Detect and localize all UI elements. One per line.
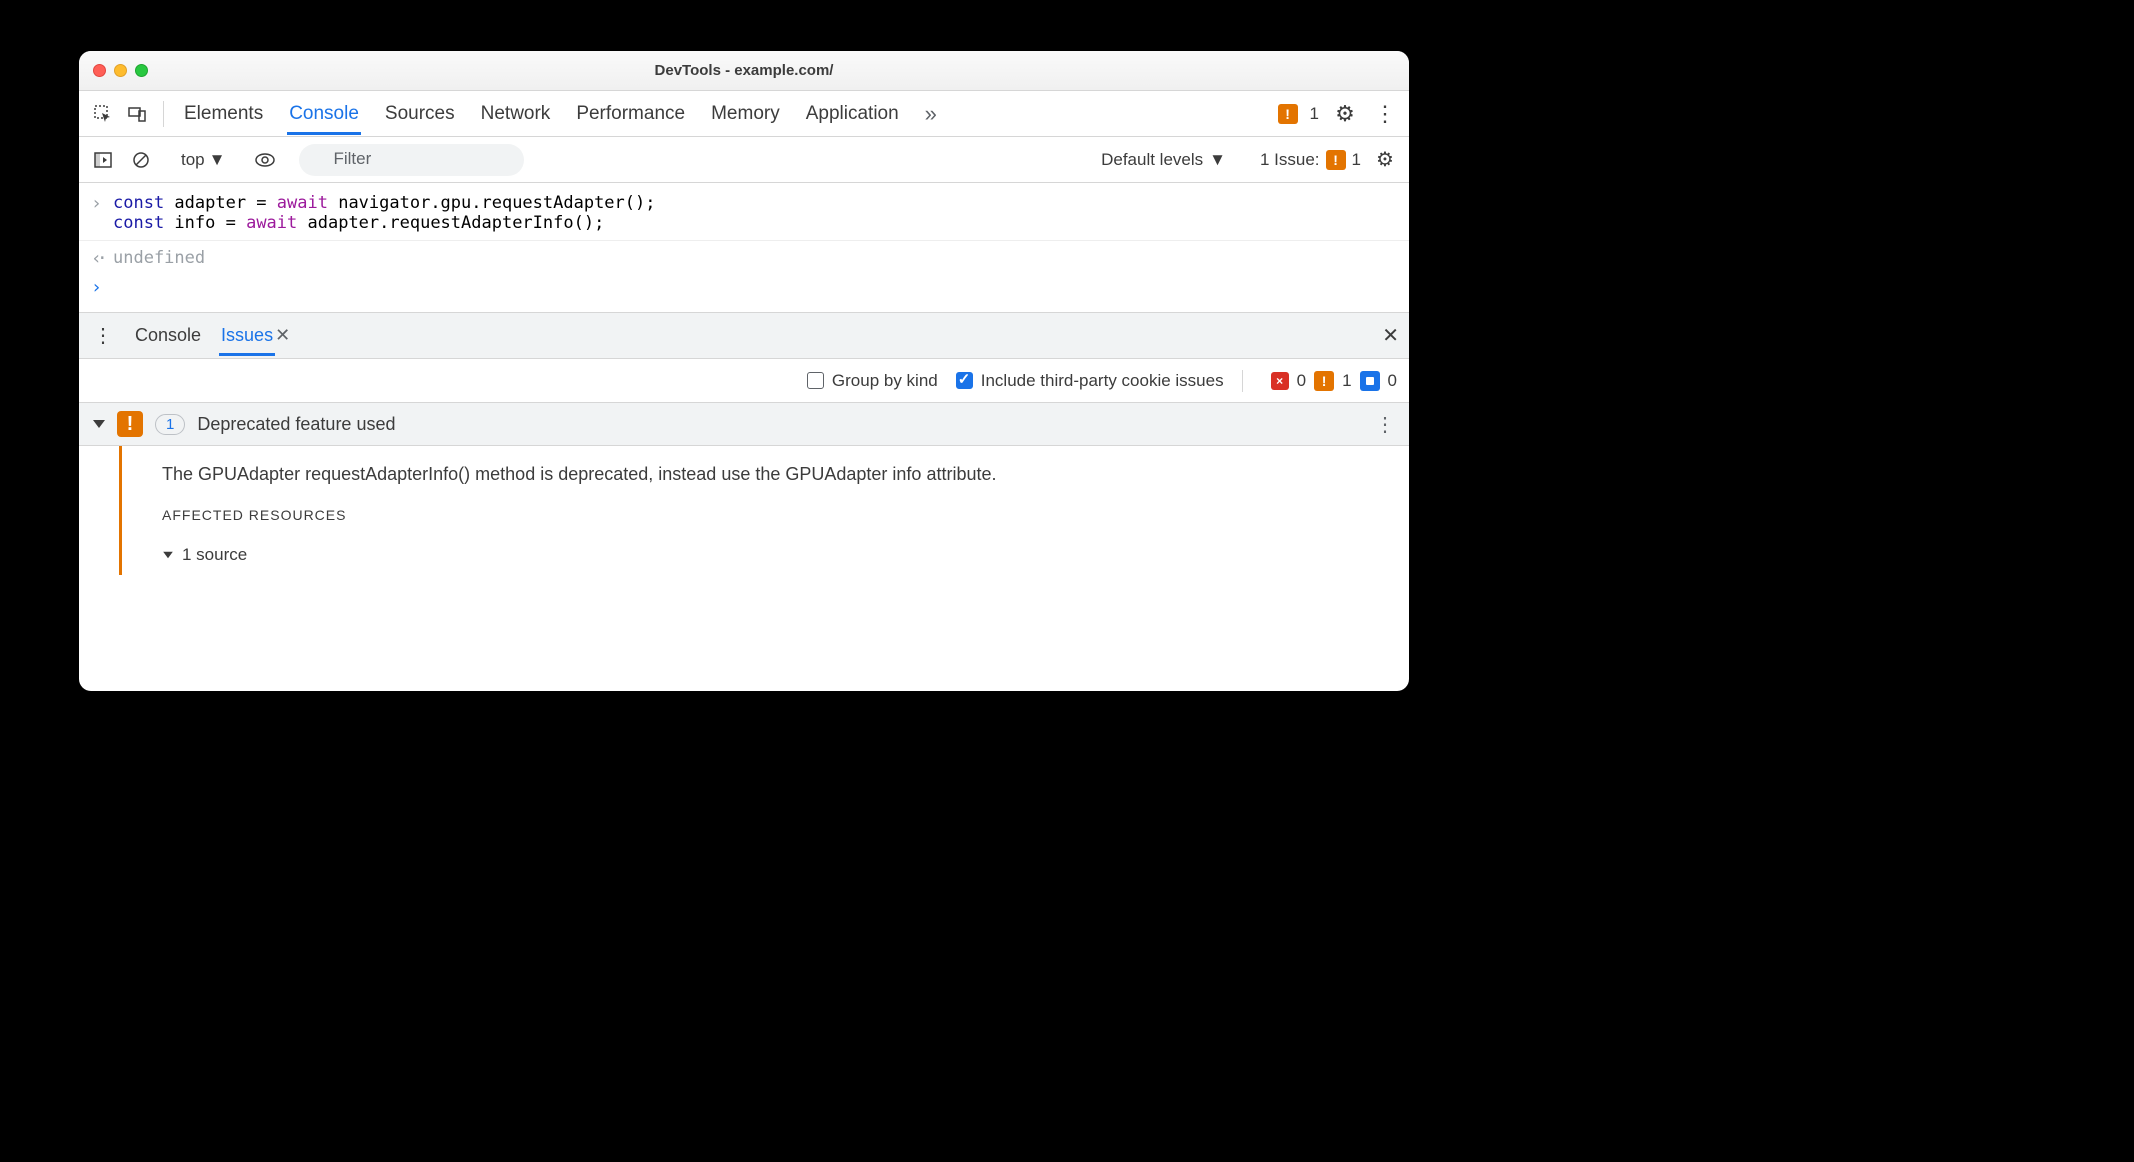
live-expression-icon[interactable] [251, 146, 279, 174]
console-log-area[interactable]: const adapter = await navigator.gpu.requ… [79, 183, 1409, 313]
issues-label: 1 Issue: [1260, 150, 1320, 170]
chevron-down-icon: ▼ [209, 150, 226, 170]
issues-count: 1 [1352, 150, 1361, 170]
affected-resources-label: AFFECTED RESOURCES [162, 507, 1389, 523]
tab-memory[interactable]: Memory [709, 93, 782, 135]
include-thirdparty-checkbox[interactable]: Include third-party cookie issues [956, 371, 1224, 391]
warning-badge-icon: ! [1314, 371, 1334, 391]
divider [79, 240, 1409, 241]
console-output: undefined [113, 248, 205, 268]
tab-performance[interactable]: Performance [574, 93, 687, 135]
warning-count: 1 [1310, 104, 1319, 124]
filter-input[interactable] [299, 144, 524, 176]
filter-wrap [299, 144, 524, 176]
context-label: top [181, 150, 205, 170]
tab-elements[interactable]: Elements [182, 93, 265, 135]
issue-header[interactable]: ! 1 Deprecated feature used ⋮ [79, 403, 1409, 446]
source-label: 1 source [182, 545, 247, 565]
issues-toolbar: Group by kind Include third-party cookie… [79, 359, 1409, 403]
main-toolbar: Elements Console Sources Network Perform… [79, 91, 1409, 137]
output-caret-icon [91, 248, 105, 269]
checkbox-checked-icon [956, 372, 973, 389]
prompt-caret-icon [91, 277, 105, 298]
issues-link[interactable]: 1 Issue: ! 1 [1260, 150, 1361, 170]
divider [163, 101, 164, 127]
window-title: DevTools - example.com/ [79, 62, 1409, 79]
warning-badge-icon[interactable]: ! [1278, 104, 1298, 124]
issue-counts: × 0 ! 1 0 [1271, 371, 1397, 391]
group-by-kind-checkbox[interactable]: Group by kind [807, 371, 938, 391]
toggle-sidebar-icon[interactable] [89, 146, 117, 174]
drawer-more-icon[interactable]: ⋮ [89, 322, 117, 350]
divider [1242, 370, 1243, 392]
console-code: const adapter = await navigator.gpu.requ… [113, 193, 655, 233]
error-count: 0 [1297, 371, 1306, 391]
close-tab-icon[interactable]: ✕ [275, 325, 290, 346]
issue-body: The GPUAdapter requestAdapterInfo() meth… [119, 446, 1409, 575]
tab-sources[interactable]: Sources [383, 93, 457, 135]
thirdparty-label: Include third-party cookie issues [981, 371, 1224, 391]
warning-count: 1 [1342, 371, 1351, 391]
drawer-tab-console[interactable]: Console [133, 315, 203, 356]
tab-network[interactable]: Network [479, 93, 553, 135]
issue-title: Deprecated feature used [197, 414, 395, 435]
toolbar-right: ! 1 ⚙ ⋮ [1278, 100, 1399, 128]
group-label: Group by kind [832, 371, 938, 391]
drawer-close-icon[interactable]: ✕ [1382, 323, 1399, 348]
titlebar: DevTools - example.com/ [79, 51, 1409, 91]
input-caret-icon [91, 193, 105, 214]
expand-triangle-icon [93, 420, 105, 428]
checkbox-icon [807, 372, 824, 389]
info-badge-icon [1360, 371, 1380, 391]
warning-badge-icon: ! [1326, 150, 1346, 170]
drawer-tab-issues[interactable]: Issues [219, 315, 275, 356]
expand-triangle-icon [163, 552, 173, 558]
console-input-row: const adapter = await navigator.gpu.requ… [91, 189, 1397, 237]
clear-console-icon[interactable] [127, 146, 155, 174]
panel-tabs: Elements Console Sources Network Perform… [182, 91, 1272, 137]
console-toolbar: top ▼ Default levels ▼ 1 Issue: ! 1 ⚙ [79, 137, 1409, 183]
levels-label: Default levels [1101, 150, 1203, 170]
drawer-tabs: ⋮ Console Issues ✕ ✕ [79, 313, 1409, 359]
devtools-window: DevTools - example.com/ Elements Console… [79, 51, 1409, 691]
execution-context-selector[interactable]: top ▼ [175, 147, 231, 173]
more-icon[interactable]: ⋮ [1371, 100, 1399, 128]
tab-application[interactable]: Application [804, 93, 901, 135]
deprecation-icon: ! [117, 411, 143, 437]
console-prompt-row[interactable] [91, 273, 1397, 302]
chevron-down-icon: ▼ [1209, 150, 1226, 170]
tab-console[interactable]: Console [287, 93, 361, 135]
error-badge-icon: × [1271, 372, 1289, 390]
device-toolbar-icon[interactable] [123, 100, 151, 128]
issue-count-pill: 1 [155, 414, 185, 435]
inspect-element-icon[interactable] [89, 100, 117, 128]
info-count: 0 [1388, 371, 1397, 391]
console-output-row: undefined [91, 244, 1397, 273]
affected-source-row[interactable]: 1 source [162, 545, 1389, 565]
issue-message: The GPUAdapter requestAdapterInfo() meth… [162, 464, 1389, 485]
tabs-overflow[interactable]: » [923, 91, 939, 137]
log-levels-selector[interactable]: Default levels ▼ [1101, 150, 1226, 170]
issue-more-icon[interactable]: ⋮ [1375, 412, 1395, 437]
settings-icon[interactable]: ⚙ [1331, 100, 1359, 128]
console-settings-icon[interactable]: ⚙ [1371, 146, 1399, 174]
